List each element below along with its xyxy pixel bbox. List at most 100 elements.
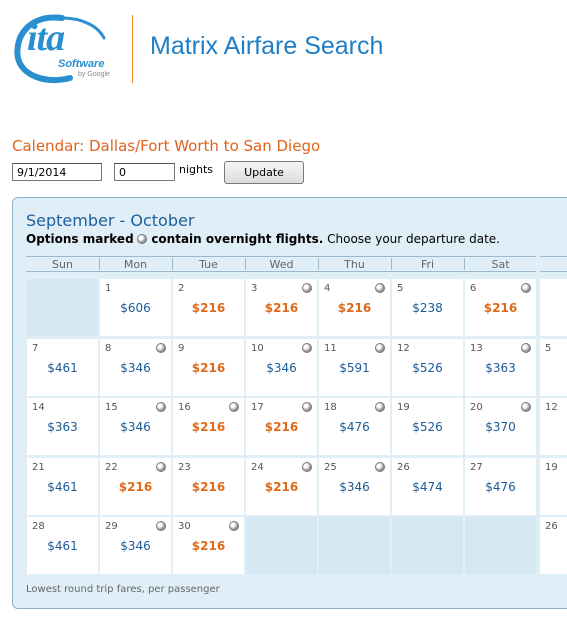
day-price[interactable]: $216: [246, 301, 317, 315]
calendar-day-cell[interactable]: 23 $216: [173, 458, 244, 515]
calendar-day-cell[interactable]: 27 $476: [465, 458, 536, 515]
day-number: 22: [105, 462, 118, 473]
calendar-day-cell[interactable]: 30 $216: [173, 517, 244, 574]
day-number: 1: [105, 283, 112, 294]
calendar-day-cell[interactable]: 24 $216: [246, 458, 317, 515]
calendar-empty-cell: [27, 279, 98, 336]
calendar-day-cell[interactable]: 10 $346: [246, 339, 317, 396]
day-number: 6: [470, 283, 477, 294]
calendar-day-cell[interactable]: 12 $526: [392, 339, 463, 396]
day-price[interactable]: $216: [173, 539, 244, 553]
calendar-day-cell[interactable]: 29 $346: [100, 517, 171, 574]
day-number: 28: [32, 521, 45, 532]
day-price[interactable]: $370: [465, 420, 536, 434]
day-price[interactable]: $526: [392, 420, 463, 434]
day-price[interactable]: $474: [392, 480, 463, 494]
day-price[interactable]: $216: [173, 480, 244, 494]
calendar-day-cell[interactable]: 7 $461: [27, 339, 98, 396]
day-price[interactable]: $363: [465, 361, 536, 375]
calendar-empty-cell: [246, 517, 317, 574]
overnight-moon-icon: [375, 283, 385, 293]
day-price[interactable]: $461: [27, 480, 98, 494]
logo-sub-text: Software: [58, 58, 105, 70]
calendar-day-cell[interactable]: 28 $461: [27, 517, 98, 574]
day-price[interactable]: $216: [100, 480, 171, 494]
calendar-empty-cell: [465, 517, 536, 574]
calendar-day-cell[interactable]: 1 $606: [100, 279, 171, 336]
calendar-day-cell[interactable]: 18 $476: [319, 398, 390, 455]
calendar-empty-cell: [392, 517, 463, 574]
calendar-day-cell[interactable]: 2 $216: [173, 279, 244, 336]
calendar-day-cell[interactable]: 22 $216: [100, 458, 171, 515]
day-price[interactable]: $476: [465, 480, 536, 494]
next-month-day-cell[interactable]: 5: [540, 339, 567, 396]
calendar-day-cell[interactable]: 9 $216: [173, 339, 244, 396]
calendar-day-cell[interactable]: 3 $216: [246, 279, 317, 336]
footer-note: Lowest round trip fares, per passenger: [26, 584, 220, 595]
calendar-day-cell[interactable]: 16 $216: [173, 398, 244, 455]
update-button[interactable]: Update: [224, 161, 304, 184]
day-price[interactable]: $216: [246, 420, 317, 434]
weekday-rule-top: [26, 256, 536, 257]
calendar-day-cell[interactable]: 15 $346: [100, 398, 171, 455]
day-price[interactable]: $526: [392, 361, 463, 375]
day-price[interactable]: $346: [319, 480, 390, 494]
day-price[interactable]: $346: [246, 361, 317, 375]
day-price[interactable]: $346: [100, 539, 171, 553]
day-number: 26: [545, 521, 558, 532]
day-price[interactable]: $216: [173, 420, 244, 434]
day-number: 12: [545, 402, 558, 413]
weekday-header: Fri: [420, 258, 435, 271]
nights-input[interactable]: [114, 163, 175, 181]
day-number: 11: [324, 343, 337, 354]
weekday-separator: [245, 258, 246, 270]
day-price[interactable]: $216: [319, 301, 390, 315]
day-price[interactable]: $476: [319, 420, 390, 434]
weekday-header: Wed: [269, 258, 294, 271]
calendar-day-cell[interactable]: 25 $346: [319, 458, 390, 515]
calendar-day-cell[interactable]: 14 $363: [27, 398, 98, 455]
day-number: 20: [470, 402, 483, 413]
day-price[interactable]: $346: [100, 420, 171, 434]
calendar-day-cell[interactable]: 13 $363: [465, 339, 536, 396]
day-price[interactable]: $346: [100, 361, 171, 375]
day-price[interactable]: $216: [173, 301, 244, 315]
overnight-moon-icon: [302, 402, 312, 412]
note-prefix: Options marked: [26, 232, 134, 246]
calendar-day-cell[interactable]: 11 $591: [319, 339, 390, 396]
day-number: 30: [178, 521, 191, 532]
weekday-separator: [172, 258, 173, 270]
overnight-moon-icon: [375, 343, 385, 353]
day-price[interactable]: $606: [100, 301, 171, 315]
day-price[interactable]: $238: [392, 301, 463, 315]
next-month-day-cell[interactable]: 12: [540, 398, 567, 455]
calendar-day-cell[interactable]: 20 $370: [465, 398, 536, 455]
calendar-day-cell[interactable]: 5 $238: [392, 279, 463, 336]
next-month-day-cell[interactable]: 26: [540, 517, 567, 574]
overnight-moon-icon: [229, 521, 239, 531]
overnight-moon-icon: [137, 234, 148, 244]
departure-date-input[interactable]: [12, 163, 102, 181]
day-number: 3: [251, 283, 258, 294]
next-month-day-cell[interactable]: 19: [540, 458, 567, 515]
day-price[interactable]: $591: [319, 361, 390, 375]
day-price[interactable]: $216: [465, 301, 536, 315]
day-price[interactable]: $216: [246, 480, 317, 494]
weekday-header: Mon: [123, 258, 148, 271]
day-price[interactable]: $461: [27, 539, 98, 553]
note-tail: Choose your departure date.: [327, 232, 500, 246]
calendar-day-cell[interactable]: 4 $216: [319, 279, 390, 336]
calendar-day-cell[interactable]: 6 $216: [465, 279, 536, 336]
calendar-day-cell[interactable]: 17 $216: [246, 398, 317, 455]
day-price[interactable]: $363: [27, 420, 98, 434]
calendar-day-cell[interactable]: 8 $346: [100, 339, 171, 396]
calendar-day-cell[interactable]: 26 $474: [392, 458, 463, 515]
calendar-day-cell[interactable]: 21 $461: [27, 458, 98, 515]
overnight-moon-icon: [375, 462, 385, 472]
day-price[interactable]: $216: [173, 361, 244, 375]
overnight-moon-icon: [302, 462, 312, 472]
day-price[interactable]: $461: [27, 361, 98, 375]
month-title: September - October: [26, 211, 195, 230]
calendar-day-cell[interactable]: 19 $526: [392, 398, 463, 455]
overnight-moon-icon: [375, 402, 385, 412]
